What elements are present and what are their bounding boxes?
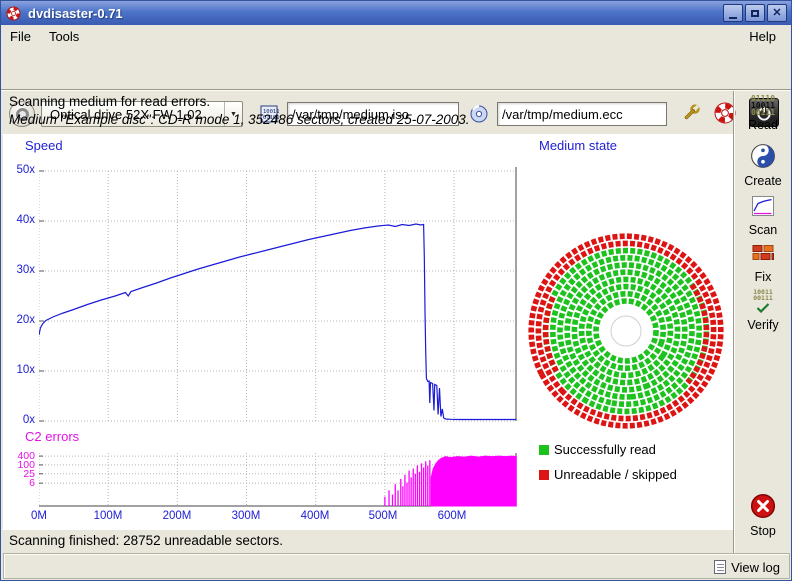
maximize-button[interactable]	[745, 4, 765, 22]
speed-plot	[39, 163, 517, 425]
speed-chart-title: Speed	[25, 138, 63, 153]
binary-check-icon: 10011 00111	[753, 289, 773, 316]
preferences-button[interactable]	[677, 99, 705, 127]
status-line-1: Scanning medium for read errors.	[9, 94, 210, 109]
speed-ytick: 50x	[5, 164, 35, 176]
fix-button[interactable]: Fix	[735, 241, 791, 284]
read-button[interactable]: 01110 10011 00111 Read	[735, 95, 791, 132]
log-icon	[714, 560, 726, 574]
x-tick: 400M	[295, 510, 335, 522]
c2-chart-title: C2 errors	[25, 429, 79, 444]
scan-button[interactable]: Scan	[735, 194, 791, 237]
menu-file[interactable]: File	[1, 27, 40, 46]
speed-ytick: 40x	[5, 214, 35, 226]
create-button[interactable]: Create	[735, 143, 791, 188]
x-tick: 600M	[432, 510, 472, 522]
wrench-icon	[680, 102, 702, 124]
menubar: File Tools Help	[1, 25, 791, 47]
speed-ytick: 0x	[5, 414, 35, 426]
legend-read-label: Successfully read	[554, 442, 656, 457]
x-tick: 300M	[226, 510, 266, 522]
menu-tools[interactable]: Tools	[40, 27, 88, 46]
footer-bar: View log	[3, 553, 790, 579]
yin-yang-icon	[750, 143, 776, 172]
toolbar-separator	[1, 89, 791, 91]
scan-chart-icon	[751, 194, 775, 221]
menu-help[interactable]: Help	[740, 27, 785, 46]
stop-button[interactable]: Stop	[735, 493, 791, 538]
disc-plot	[528, 233, 724, 429]
app-window: dvdisaster-0.71 ✕ File Tools Help Optica…	[0, 0, 792, 581]
window-title: dvdisaster-0.71	[28, 6, 123, 21]
speed-ytick: 30x	[5, 264, 35, 276]
view-log-label: View log	[731, 560, 780, 575]
medium-state-title: Medium state	[539, 138, 617, 153]
legend-read-swatch	[539, 445, 549, 455]
scan-result-status: Scanning finished: 28752 unreadable sect…	[9, 533, 283, 548]
status-line-2: Medium "Example disc": CD-R mode 1, 3524…	[9, 112, 470, 127]
c2-plot	[39, 451, 517, 508]
speed-ytick: 10x	[5, 364, 35, 376]
x-tick: 200M	[157, 510, 197, 522]
binary-icon: 01110 10011 00111	[751, 95, 775, 116]
fix-bricks-icon	[751, 241, 775, 268]
ecc-path-input[interactable]	[497, 102, 667, 126]
app-icon	[6, 6, 21, 21]
verify-button[interactable]: 10011 00111 Verify	[735, 289, 791, 332]
close-button[interactable]: ✕	[767, 4, 787, 22]
x-tick: 500M	[363, 510, 403, 522]
stop-icon	[750, 493, 776, 522]
titlebar[interactable]: dvdisaster-0.71 ✕	[1, 1, 791, 25]
legend-error-swatch	[539, 470, 549, 480]
minimize-button[interactable]	[723, 4, 743, 22]
legend-error-label: Unreadable / skipped	[554, 467, 677, 482]
ecc-file-icon	[467, 102, 491, 126]
x-tick: 0M	[19, 510, 59, 522]
x-tick: 100M	[88, 510, 128, 522]
speed-ytick: 20x	[5, 314, 35, 326]
view-log-button[interactable]: View log	[711, 557, 783, 577]
c2-ytick: 6	[5, 477, 35, 489]
toolbar: Optical drive 52X FW 1.02 ▼ 10011 01101	[1, 47, 791, 89]
